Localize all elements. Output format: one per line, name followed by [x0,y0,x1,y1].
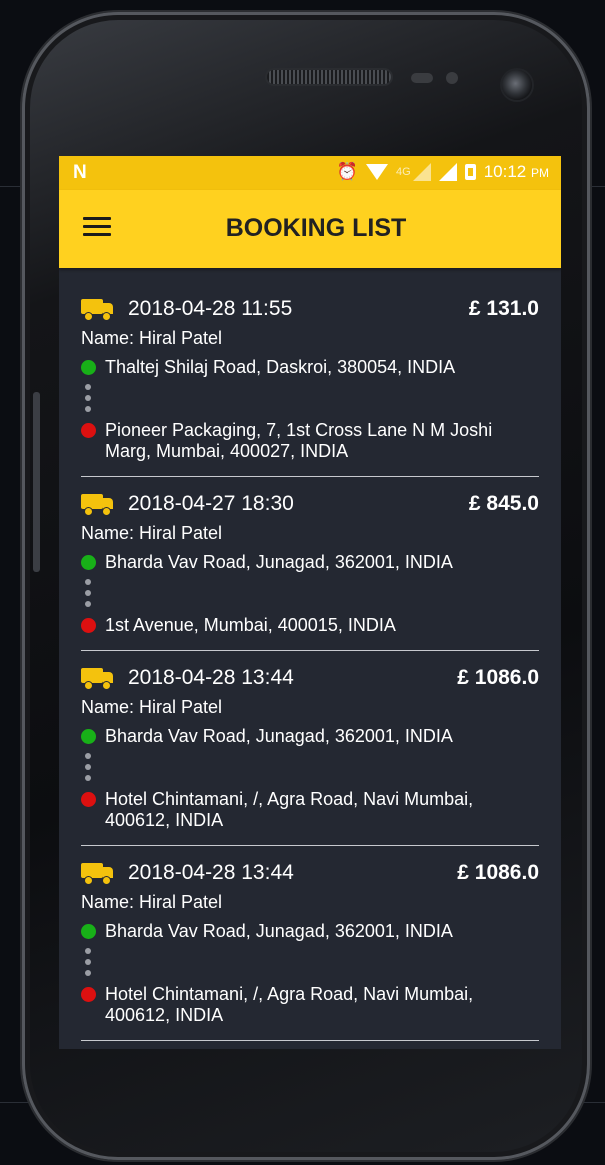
drop-dot-icon [81,423,96,438]
route-dots-icon [85,948,91,976]
phone-speaker [267,70,391,84]
booking-datetime: 2018-04-28 13:44 [128,861,294,884]
wifi-icon [366,164,389,180]
signal-icon [412,163,431,181]
booking-list: 2018-04-28 11:55 £ 131.0 Name: Hiral Pat… [59,268,561,1041]
drop-location: Pioneer Packaging, 7, 1st Cross Lane N M… [81,420,539,462]
drop-address: Hotel Chintamani, /, Agra Road, Navi Mum… [105,984,474,1025]
truck-icon [81,299,113,320]
booking-datetime: 2018-04-28 11:55 [128,297,293,320]
drop-address: Pioneer Packaging, 7, 1st Cross Lane N M… [105,420,493,461]
booking-card[interactable]: 2018-04-28 13:44 £ 1086.0 Name: Hiral Pa… [81,651,539,846]
pickup-address: Bharda Vav Road, Junagad, 362001, INDIA [105,921,453,941]
page-title: BOOKING LIST [225,214,407,242]
network-type: 4G [396,166,411,178]
pickup-dot-icon [81,924,96,939]
status-time-ampm: PM [531,166,549,180]
booking-header: 2018-04-28 13:44 £ 1086.0 [81,858,539,888]
booking-price: £ 1086.0 [457,666,539,689]
drop-dot-icon [81,792,96,807]
front-camera [502,70,532,100]
pickup-location: Bharda Vav Road, Junagad, 362001, INDIA [81,726,539,747]
drop-dot-icon [81,618,96,633]
alarm-icon: ⏰ [336,162,359,181]
booking-price: £ 1086.0 [457,861,539,884]
booking-header: 2018-04-28 11:55 £ 131.0 [81,294,539,324]
booking-card[interactable]: 2018-04-27 18:30 £ 845.0 Name: Hiral Pat… [81,477,539,651]
drop-location: Hotel Chintamani, /, Agra Road, Navi Mum… [81,789,539,831]
status-time-value: 10:12 [483,162,527,181]
pickup-dot-icon [81,729,96,744]
booking-datetime: 2018-04-27 18:30 [128,492,294,515]
booking-price: £ 845.0 [468,492,539,515]
pickup-address: Bharda Vav Road, Junagad, 362001, INDIA [105,726,453,746]
pickup-location: Thaltej Shilaj Road, Daskroi, 380054, IN… [81,357,539,378]
truck-icon [81,494,113,515]
pickup-dot-icon [81,360,96,375]
signal-icon [438,163,457,181]
phone-sensor [446,72,458,84]
route-dots-icon [85,579,91,607]
drop-address: Hotel Chintamani, /, Agra Road, Navi Mum… [105,789,474,830]
drop-location: Hotel Chintamani, /, Agra Road, Navi Mum… [81,984,539,1026]
pickup-dot-icon [81,555,96,570]
booking-card[interactable]: 2018-04-28 13:44 £ 1086.0 Name: Hiral Pa… [81,846,539,1041]
drop-address: 1st Avenue, Mumbai, 400015, INDIA [105,615,396,635]
drop-dot-icon [81,987,96,1002]
booking-card[interactable]: 2018-04-28 11:55 £ 131.0 Name: Hiral Pat… [81,268,539,477]
truck-icon [81,668,113,689]
phone-sensor [411,73,433,83]
battery-icon [464,164,476,180]
booking-price: £ 131.0 [468,297,539,320]
customer-name: Name: Hiral Patel [81,892,223,912]
app-bar: BOOKING LIST [59,190,561,268]
pickup-location: Bharda Vav Road, Junagad, 362001, INDIA [81,552,539,573]
app-screen: N ⏰ 4G 10:12 PM BOOKING LIST 2018-04-28 … [59,156,561,1049]
booking-datetime: 2018-04-28 13:44 [128,666,294,689]
drop-location: 1st Avenue, Mumbai, 400015, INDIA [81,615,539,636]
notification-n-icon: N [73,162,87,183]
route-dots-icon [85,384,91,412]
route-dots-icon [85,753,91,781]
booking-header: 2018-04-27 18:30 £ 845.0 [81,489,539,519]
truck-icon [81,863,113,884]
pickup-address: Thaltej Shilaj Road, Daskroi, 380054, IN… [105,357,456,377]
pickup-location: Bharda Vav Road, Junagad, 362001, INDIA [81,921,539,942]
customer-name: Name: Hiral Patel [81,328,223,348]
customer-name: Name: Hiral Patel [81,697,223,717]
booking-header: 2018-04-28 13:44 £ 1086.0 [81,663,539,693]
status-time: 10:12 PM [484,162,549,182]
pickup-address: Bharda Vav Road, Junagad, 362001, INDIA [105,552,453,572]
customer-name: Name: Hiral Patel [81,523,223,543]
status-bar: N ⏰ 4G 10:12 PM [59,156,561,190]
phone-side-button [33,392,40,572]
status-icons: ⏰ 4G 10:12 PM [337,162,549,182]
